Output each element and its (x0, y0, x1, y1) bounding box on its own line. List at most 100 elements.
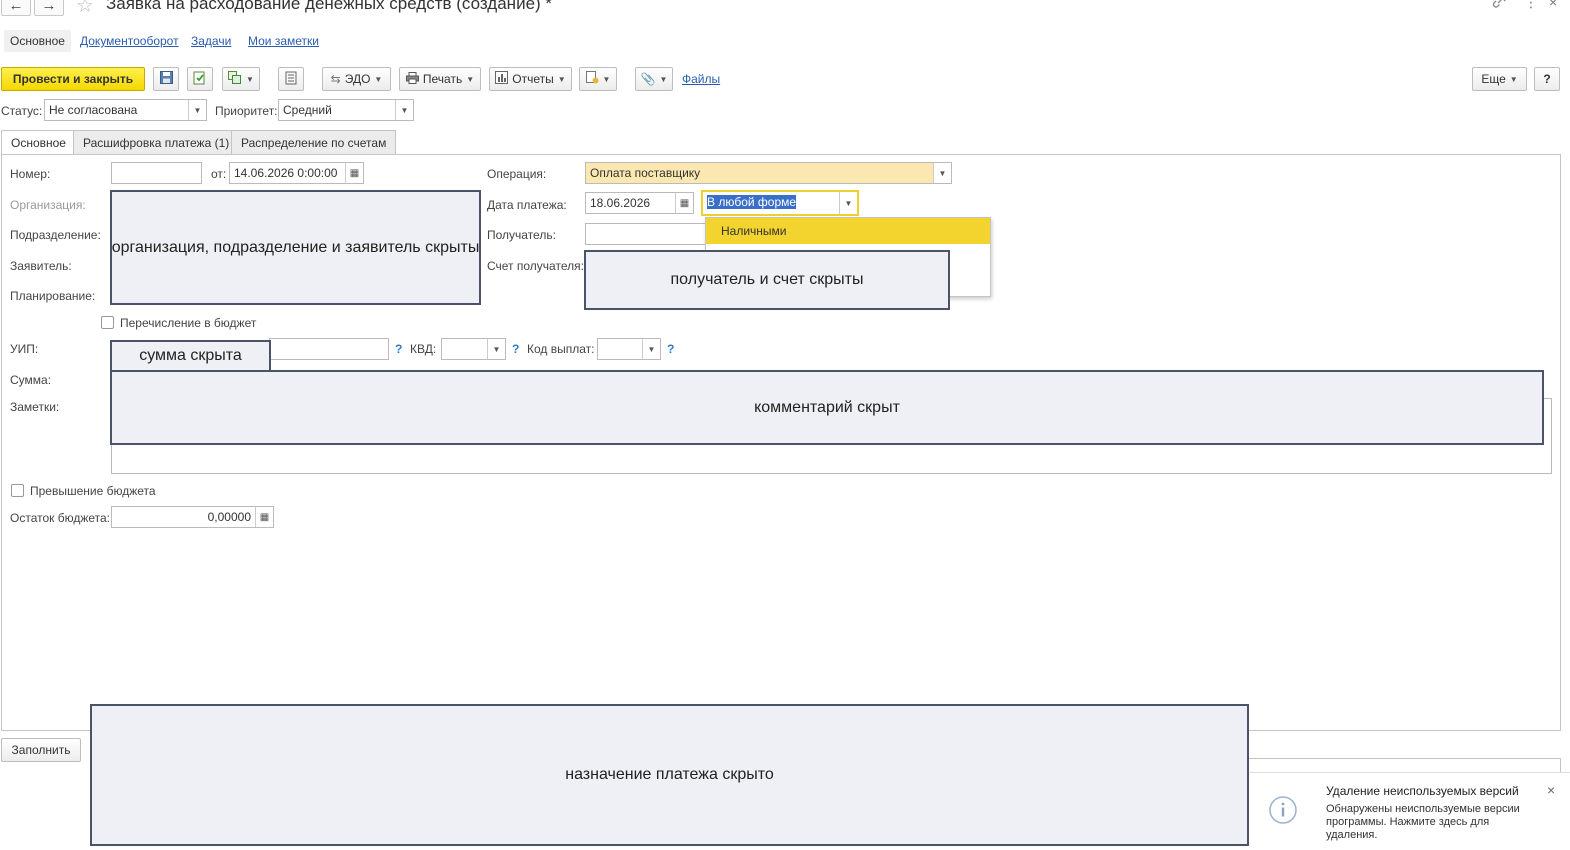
kvd-label: КВД: (410, 342, 437, 356)
budget-transfer-checkbox[interactable] (101, 316, 114, 329)
operation-label: Операция: (487, 167, 547, 181)
reports-button[interactable]: Отчеты ▼ (489, 67, 572, 91)
priority-label: Приоритет: (215, 104, 278, 118)
calculator-icon[interactable]: ▦ (255, 507, 273, 527)
chevron-down-icon: ▼ (188, 100, 206, 120)
budget-exceed-checkbox[interactable] (11, 484, 24, 497)
recipient-account-label: Счет получателя: (487, 259, 584, 273)
notification-close-icon[interactable]: × (1547, 782, 1555, 798)
star-icon[interactable]: ☆ (76, 0, 94, 18)
chevron-down-icon: ▼ (487, 339, 505, 359)
status-value: Не согласована (49, 103, 138, 117)
section-tab-tasks[interactable]: Задачи (191, 34, 231, 48)
budget-transfer-label: Перечисление в бюджет (120, 316, 257, 330)
arrow-right-icon: → (41, 0, 57, 14)
chevron-down-icon: ▼ (839, 192, 857, 214)
more-button[interactable]: Еще ▼ (1472, 67, 1527, 91)
tab-payment-details[interactable]: Расшифровка платежа (1) (73, 130, 240, 155)
floppy-icon (159, 71, 173, 87)
dropdown-option-cash[interactable]: Наличными (706, 218, 990, 244)
list-doc-icon (285, 71, 297, 88)
department-label: Подразделение: (10, 228, 101, 242)
payment-form-select[interactable]: В любой форме ▼ (701, 190, 859, 216)
chevron-down-icon: ▼ (395, 100, 413, 120)
section-tab-docflow[interactable]: Документооборот (80, 34, 179, 48)
create-based-button[interactable]: ▼ (222, 67, 260, 91)
chevron-down-icon: ▼ (374, 74, 383, 84)
notification-text: Обнаружены неиспользуемые версии програм… (1326, 803, 1520, 841)
edo-icon: ⇆ (330, 72, 341, 86)
notes-label: Заметки: (10, 400, 60, 414)
payment-form-value: В любой форме (707, 195, 797, 209)
uip-field[interactable] (269, 338, 389, 360)
recipient-field[interactable] (585, 223, 707, 245)
sum-cover: сумма скрыта (110, 340, 271, 372)
reports-label: Отчеты (512, 72, 554, 86)
budget-exceed-label: Превышение бюджета (30, 484, 156, 498)
uip-help-icon[interactable]: ? (395, 342, 402, 356)
create-based-icon (228, 71, 242, 87)
from-label: от: (211, 167, 227, 181)
payout-code-select[interactable]: ▼ (597, 338, 661, 360)
forward-button[interactable]: → (34, 0, 64, 16)
uip-label: УИП: (10, 342, 39, 356)
edo-label: ЭДО (344, 72, 371, 86)
planning-label: Планирование: (10, 289, 96, 303)
comment-cover: комментарий скрыт (110, 370, 1544, 445)
chevron-down-icon: ▼ (1509, 74, 1518, 84)
calendar-icon[interactable]: ▦ (345, 163, 363, 183)
print-label: Печать (422, 72, 463, 86)
number-field[interactable] (111, 162, 202, 184)
tab-main[interactable]: Основное (1, 130, 76, 156)
section-tab-notes[interactable]: Мои заметки (248, 34, 319, 48)
calendar-icon[interactable]: ▦ (675, 193, 693, 213)
structure-button[interactable] (278, 67, 304, 91)
purpose-field-edge (1248, 758, 1561, 772)
post-and-close-button[interactable]: Провести и закрыть (1, 67, 145, 91)
organization-label: Организация: (10, 198, 86, 212)
payment-date-field[interactable]: 18.06.2026 ▦ (585, 192, 694, 214)
attachments-menu-button[interactable]: ▼ (579, 67, 617, 91)
window-title: Заявка на расходование денежных средств … (106, 0, 553, 13)
date-value: 14.06.2026 0:00:00 (234, 166, 338, 180)
post-doc-icon (193, 71, 207, 88)
budget-rest-label: Остаток бюджета: (10, 511, 111, 525)
arrow-left-icon: ← (8, 0, 24, 14)
kvd-help-icon[interactable]: ? (512, 342, 519, 356)
purpose-cover: назначение платежа скрыто (90, 704, 1249, 846)
save-button[interactable] (153, 67, 179, 91)
chevron-down-icon: ▼ (466, 74, 475, 84)
files-link[interactable]: Файлы (682, 72, 720, 86)
kvd-select[interactable]: ▼ (441, 338, 506, 360)
link-icon[interactable] (1492, 0, 1508, 11)
operation-select[interactable]: Оплата поставщику ▼ (585, 162, 952, 184)
more-vert-icon[interactable]: ⋮ (1524, 0, 1538, 11)
print-button[interactable]: Печать ▼ (399, 67, 481, 91)
chevron-down-icon: ▼ (557, 74, 566, 84)
recipient-label: Получатель: (487, 228, 556, 242)
tab-account-distribution[interactable]: Распределение по счетам (231, 130, 397, 155)
more-label: Еще (1481, 72, 1506, 86)
payout-code-label: Код выплат: (527, 342, 595, 356)
report-icon (495, 71, 509, 87)
edo-button[interactable]: ⇆ ЭДО ▼ (322, 67, 391, 91)
payment-date-label: Дата платежа: (487, 198, 567, 212)
date-field[interactable]: 14.06.2026 0:00:00 ▦ (229, 162, 364, 184)
notification-popup[interactable]: Удаление неиспользуемых версий Обнаружен… (1250, 772, 1570, 850)
priority-select[interactable]: Средний ▼ (278, 99, 414, 121)
sum-label: Сумма: (10, 373, 52, 387)
help-button[interactable]: ? (1534, 67, 1560, 91)
org-cover: организация, подразделение и заявитель с… (110, 190, 481, 305)
payment-date-value: 18.06.2026 (590, 196, 651, 210)
attach-button[interactable]: 📎 ▼ (635, 67, 673, 91)
section-tab-main[interactable]: Основное (4, 30, 71, 52)
close-icon[interactable]: × (1549, 0, 1557, 10)
chevron-down-icon: ▼ (246, 74, 254, 84)
applicant-label: Заявитель: (10, 259, 72, 273)
back-button[interactable]: ← (1, 0, 31, 16)
post-button[interactable] (187, 67, 213, 91)
status-select[interactable]: Не согласована ▼ (44, 99, 207, 121)
budget-rest-field[interactable]: 0,00000 ▦ (111, 506, 274, 528)
fill-button[interactable]: Заполнить (1, 738, 81, 762)
payout-code-help-icon[interactable]: ? (667, 342, 674, 356)
